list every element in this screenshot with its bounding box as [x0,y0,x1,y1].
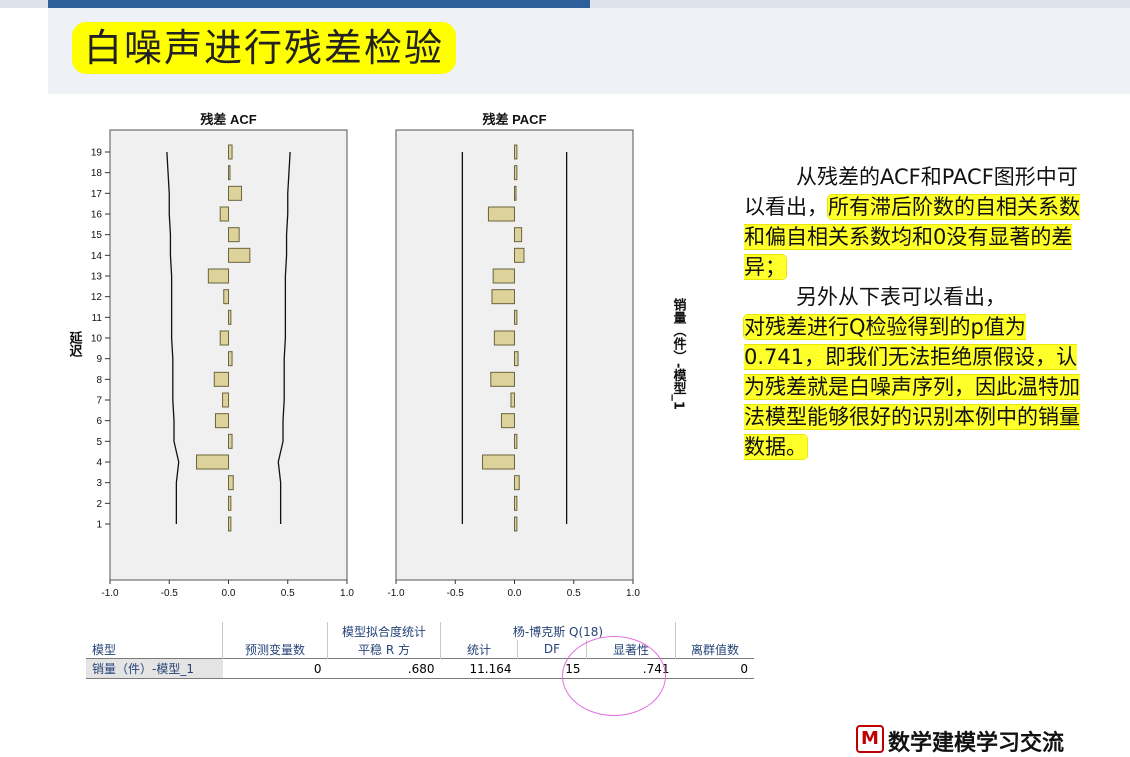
x-tick-label: 0.0 [508,588,522,599]
x-tick-label: -1.0 [387,588,405,599]
bar [500,413,515,429]
bar [514,185,517,201]
y-tick-label: 7 [96,396,102,407]
bar [514,433,518,449]
paragraph-segment: 对残差进行Q检验得到的p值为0.741，即我们无法拒绝原假设，认为残差就是白噪声… [744,315,1080,459]
y-tick-label: 9 [96,354,102,365]
y-axis-label: 延迟 [67,330,84,358]
explanation-paragraph: 从残差的ACF和PACF图形中可以看出，所有滞后阶数的自相关系数和偏自相关系数均… [744,162,1094,462]
series-label: 销量（件）-模型_1 [671,297,688,410]
y-tick-label: 11 [92,313,103,324]
bar [514,475,520,491]
bar [228,144,233,160]
top-strip [0,0,1130,8]
y-tick-label: 3 [96,478,102,489]
col-statistic: 统计 [440,640,518,659]
panel-title: 残差 PACF [482,112,546,127]
x-tick-label: 1.0 [626,588,640,599]
header-ljung-box: 杨-博克斯 Q(18) [440,622,676,640]
bar [493,330,516,346]
bar [514,309,518,325]
x-tick-label: -0.5 [447,588,465,599]
hdr-empty-1 [86,622,223,640]
bar [222,392,229,408]
y-tick-label: 14 [91,251,103,262]
bar [490,371,515,387]
y-tick-label: 19 [91,148,103,159]
bar [487,206,515,222]
bar [514,165,518,181]
bar [492,268,516,284]
bar [491,289,515,305]
bar [196,454,230,470]
paragraph-segment: 另外从下表可以看出， [796,285,1006,309]
bar [228,165,231,181]
y-tick-label: 4 [96,458,102,469]
y-tick-label: 16 [91,210,103,221]
slide-title-highlight: 白噪声进行残差检验 [72,22,457,74]
row-model-name: 销量（件）-模型_1 [86,658,223,679]
col-stationary-r2: 平稳 R 方 [327,640,441,659]
y-tick-label: 6 [96,416,102,427]
x-tick-label: 1.0 [340,588,354,599]
bar [514,247,525,263]
x-tick-label: 0.5 [567,588,581,599]
bar [228,516,232,532]
cell-statistic: 11.164 [440,658,518,679]
col-predictors: 预测变量数 [222,640,328,659]
significance-circle-annotation [562,636,666,716]
bar [228,351,233,367]
logo-mark-icon: M [856,725,884,753]
y-tick-label: 18 [91,168,103,179]
acf-pacf-chart: 残差 ACF -1.0 -0.5 0.0 0.5 1.0 残差 PACF -1.0 -0.5 0.… [52,104,712,621]
cell-outliers: 0 [675,658,754,679]
bar [514,495,518,511]
bar [514,144,518,160]
bar [228,227,240,243]
cell-predictors: 0 [222,658,328,679]
col-model: 模型 [92,642,117,657]
x-tick-label: -0.5 [161,588,179,599]
bar [228,475,234,491]
bar [482,454,516,470]
bar [219,206,230,222]
chart-svg: 残差 ACF -1.0 -0.5 0.0 0.5 1.0 残差 PACF -1.0 -0.5 0.… [67,112,688,621]
bar [213,371,229,387]
hdr-empty-3 [675,622,754,640]
slide-title: 白噪声进行残差检验 [84,26,445,70]
y-tick-label: 5 [96,437,102,448]
x-tick-label: 0.0 [222,588,236,599]
y-tick-label: 1 [96,520,102,531]
bar [228,309,232,325]
x-tick-label: 0.5 [281,588,295,599]
bar [514,516,518,532]
col-outliers: 离群值数 [675,640,754,659]
bar [228,247,251,263]
bar [228,185,243,201]
bar [219,330,230,346]
y-tick-label: 8 [96,375,102,386]
y-tick-label: 12 [91,292,103,303]
y-tick-label: 10 [91,334,103,345]
bar [228,433,233,449]
header-fit-stats: 模型拟合度统计 [327,622,441,640]
bar [228,495,232,511]
bar [223,289,229,305]
bar [514,227,523,243]
logo-text: 数学建模学习交流 [888,731,1065,756]
bar [514,351,519,367]
hdr-empty-2 [222,622,328,640]
cell-stationary-r2: .680 [327,658,441,679]
bar [207,268,229,284]
y-tick-label: 17 [91,189,103,200]
brand-logo: M 数学建模学习交流 [856,725,1064,757]
y-tick-label: 2 [96,499,102,510]
bar [214,413,229,429]
top-strip-accent [48,0,590,8]
y-tick-label: 15 [91,230,103,241]
bar [510,392,516,408]
panel-title: 残差 ACF [200,112,256,127]
y-tick-label: 13 [91,272,103,283]
x-tick-label: -1.0 [101,588,119,599]
